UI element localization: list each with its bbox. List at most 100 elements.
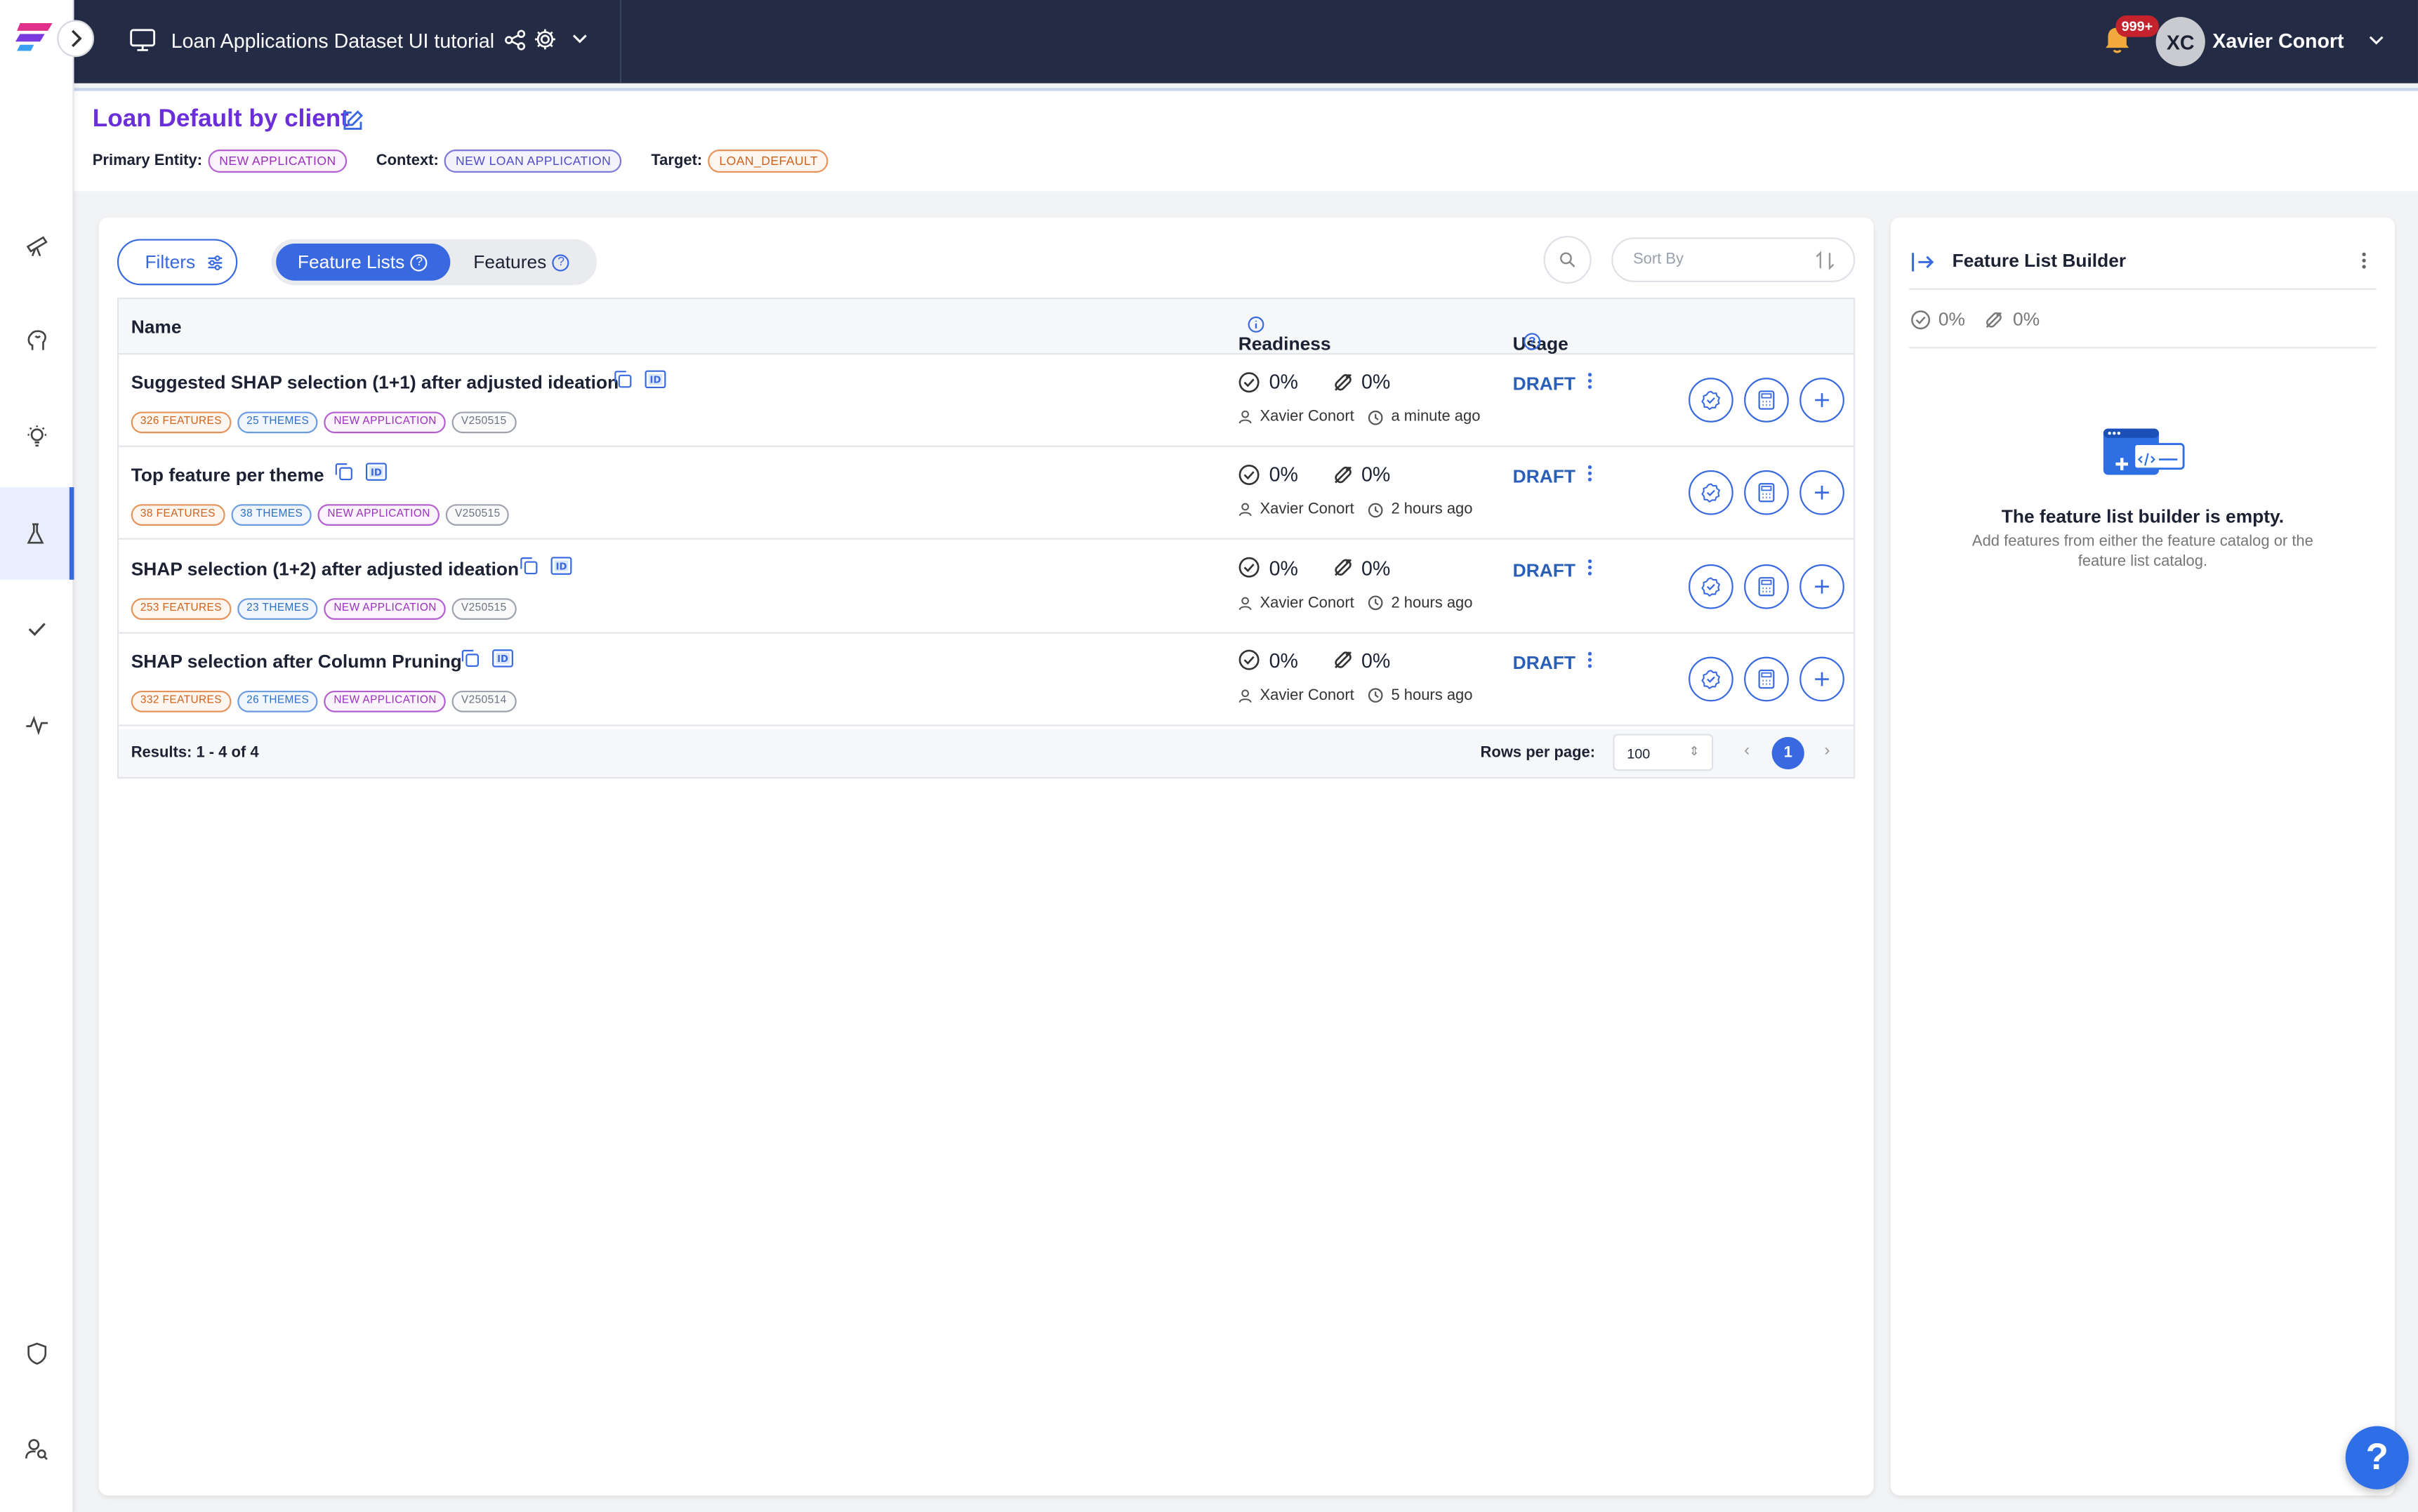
add-to-builder-button[interactable] bbox=[1799, 563, 1844, 609]
table-row[interactable]: SHAP selection after Column Pruning ID 3… bbox=[119, 633, 1854, 727]
owner-name: Xavier Conort bbox=[1260, 594, 1354, 612]
feature-list-name[interactable]: Top feature per theme bbox=[131, 465, 324, 486]
kebab-icon[interactable] bbox=[2361, 251, 2367, 270]
help-circle-icon[interactable]: ? bbox=[1524, 333, 1541, 350]
approve-button[interactable] bbox=[1689, 378, 1733, 423]
help-circle-icon[interactable]: ? bbox=[553, 253, 570, 271]
approve-button[interactable] bbox=[1689, 656, 1733, 702]
nav-monitoring[interactable] bbox=[0, 678, 74, 771]
nav-security[interactable] bbox=[0, 1308, 74, 1400]
column-name[interactable]: Name bbox=[131, 316, 182, 338]
chevron-down-icon[interactable] bbox=[2369, 34, 2384, 46]
id-icon[interactable]: ID bbox=[365, 463, 388, 482]
sort-by-placeholder: Sort By bbox=[1632, 251, 1684, 269]
user-name[interactable]: Xavier Conort bbox=[2212, 29, 2344, 53]
rows-per-page-select[interactable]: 100 ⇕ bbox=[1613, 734, 1714, 771]
version-tag: V250514 bbox=[451, 690, 516, 712]
id-icon[interactable]: ID bbox=[645, 370, 666, 389]
row-actions bbox=[1689, 378, 1844, 423]
avatar[interactable]: XC bbox=[2155, 17, 2205, 67]
lightbulb-icon bbox=[27, 425, 46, 447]
prev-page-button[interactable]: ‹ bbox=[1744, 741, 1750, 760]
project-selector[interactable]: Loan Applications Dataset UI tutorial bbox=[74, 0, 622, 84]
compute-button[interactable] bbox=[1744, 563, 1789, 609]
check-circle-icon bbox=[1238, 464, 1260, 485]
help-button[interactable]: ? bbox=[2345, 1426, 2409, 1490]
filters-button[interactable]: Filters bbox=[117, 239, 238, 286]
copy-icon[interactable] bbox=[461, 649, 480, 667]
monitor-icon bbox=[130, 29, 156, 51]
tab-feature-lists[interactable]: Feature Lists ? bbox=[276, 244, 451, 281]
pulse-icon bbox=[26, 715, 48, 736]
logo-icon[interactable] bbox=[15, 18, 55, 52]
page-number-current[interactable]: 1 bbox=[1771, 736, 1804, 770]
feature-list-name[interactable]: SHAP selection (1+2) after adjusted idea… bbox=[131, 557, 519, 579]
compute-button[interactable] bbox=[1744, 656, 1789, 702]
id-icon[interactable]: ID bbox=[492, 649, 514, 668]
tab-features[interactable]: Features ? bbox=[473, 244, 570, 281]
nav-user-search[interactable] bbox=[0, 1403, 74, 1496]
info-icon[interactable] bbox=[1248, 316, 1264, 333]
feature-list-name[interactable]: SHAP selection after Column Pruning bbox=[131, 651, 462, 672]
builder-online-pct: 0% bbox=[2013, 308, 2040, 331]
search-button[interactable] bbox=[1543, 236, 1592, 284]
context-label: Context: bbox=[376, 152, 439, 170]
page-title: Loan Default by client bbox=[92, 106, 349, 133]
approve-button[interactable] bbox=[1689, 470, 1733, 516]
status-badge[interactable]: DRAFT bbox=[1513, 559, 1575, 581]
nav-approval[interactable] bbox=[0, 583, 74, 675]
nav-experiment[interactable] bbox=[0, 487, 74, 580]
copy-icon[interactable] bbox=[335, 463, 353, 482]
status-badge[interactable]: DRAFT bbox=[1513, 652, 1575, 674]
status-badge[interactable]: DRAFT bbox=[1513, 373, 1575, 395]
check-circle-icon bbox=[1238, 650, 1260, 671]
column-readiness-label: Readiness bbox=[1238, 333, 1331, 355]
add-to-builder-button[interactable] bbox=[1799, 470, 1844, 516]
kebab-icon[interactable] bbox=[1587, 465, 1593, 483]
view-toggle: Feature Lists ? Features ? bbox=[271, 239, 597, 286]
themes-count-tag: 38 THEMES bbox=[230, 504, 312, 526]
nav-catalog[interactable] bbox=[0, 199, 74, 291]
collapse-panel-icon[interactable] bbox=[1910, 251, 1935, 273]
table-row[interactable]: Top feature per theme ID 38 FEATURES 38 … bbox=[119, 448, 1854, 541]
row-owner: Xavier Conort a minute ago bbox=[1238, 409, 1480, 425]
calculator-icon bbox=[1758, 576, 1775, 596]
row-tags: 332 FEATURES 26 THEMES NEW APPLICATION V… bbox=[131, 690, 516, 712]
approve-button[interactable] bbox=[1689, 563, 1733, 609]
status-badge[interactable]: DRAFT bbox=[1513, 466, 1575, 488]
compute-button[interactable] bbox=[1744, 470, 1789, 516]
select-arrows-icon: ⇕ bbox=[1689, 744, 1700, 759]
table-row[interactable]: Suggested SHAP selection (1+1) after adj… bbox=[119, 354, 1854, 447]
empty-state-subtitle: Add features from either the feature cat… bbox=[1971, 533, 2313, 571]
rows-per-page-value: 100 bbox=[1627, 746, 1651, 762]
compute-button[interactable] bbox=[1744, 378, 1789, 423]
add-to-builder-button[interactable] bbox=[1799, 656, 1844, 702]
id-icon[interactable]: ID bbox=[550, 556, 572, 574]
plus-icon bbox=[1815, 393, 1829, 407]
chevron-down-icon[interactable] bbox=[572, 32, 588, 45]
sort-by-select[interactable]: Sort By bbox=[1611, 237, 1856, 282]
name-actions: ID bbox=[520, 556, 572, 574]
add-to-builder-button[interactable] bbox=[1799, 378, 1844, 423]
edit-icon[interactable] bbox=[341, 110, 364, 133]
next-page-button[interactable]: › bbox=[1824, 741, 1830, 760]
kebab-icon[interactable] bbox=[1587, 651, 1593, 669]
nav-ideation[interactable] bbox=[0, 295, 74, 387]
nav-insights[interactable] bbox=[0, 390, 74, 483]
copy-icon[interactable] bbox=[520, 556, 538, 574]
share-icon[interactable] bbox=[504, 29, 526, 51]
kebab-icon[interactable] bbox=[1587, 371, 1593, 390]
kebab-icon[interactable] bbox=[1587, 557, 1593, 576]
telescope-icon bbox=[26, 236, 48, 257]
gear-icon[interactable] bbox=[534, 28, 557, 51]
expand-nav-button[interactable] bbox=[57, 20, 94, 58]
copy-icon[interactable] bbox=[614, 370, 632, 388]
help-circle-icon[interactable]: ? bbox=[411, 253, 428, 271]
column-readiness[interactable]: Readiness bbox=[1238, 316, 1331, 354]
row-owner: Xavier Conort 2 hours ago bbox=[1238, 501, 1472, 519]
check-circle-icon bbox=[1238, 557, 1260, 578]
row-actions bbox=[1689, 563, 1844, 609]
clock-icon bbox=[1368, 503, 1383, 517]
feature-list-name[interactable]: Suggested SHAP selection (1+1) after adj… bbox=[131, 371, 619, 393]
table-row[interactable]: SHAP selection (1+2) after adjusted idea… bbox=[119, 541, 1854, 633]
